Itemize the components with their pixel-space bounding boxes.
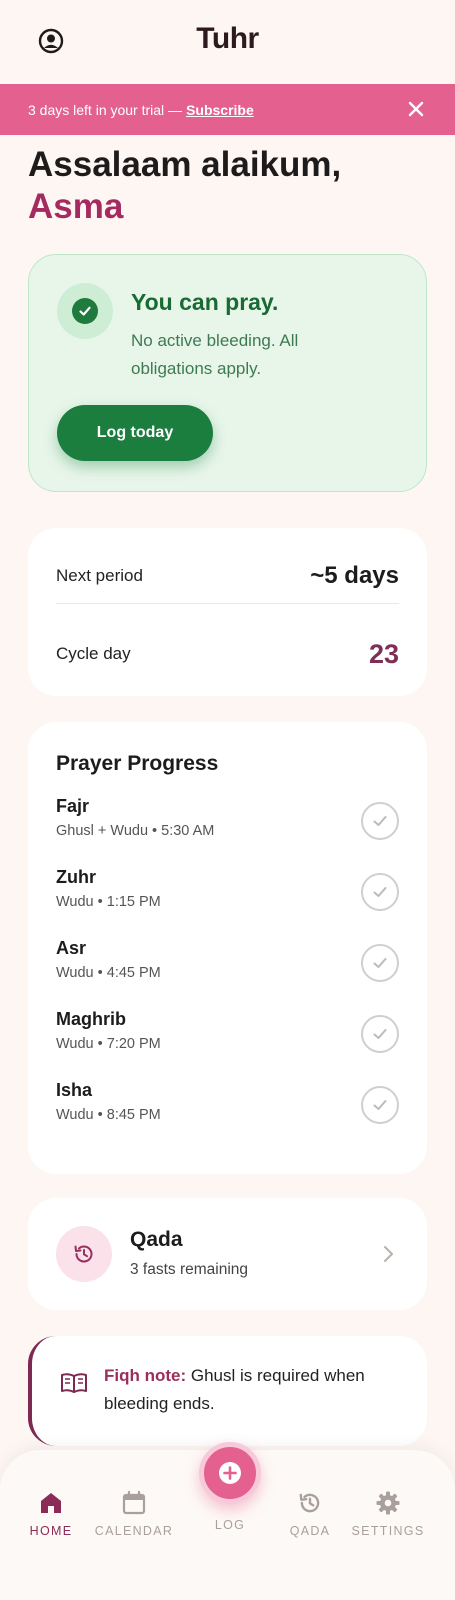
gear-icon [376,1491,400,1515]
plus-icon [219,1462,241,1484]
subscribe-link[interactable]: Subscribe [186,102,254,118]
nav-settings-label: SETTINGS [351,1524,425,1538]
check-icon [373,958,387,968]
history-icon [56,1226,112,1282]
prayer-check-button[interactable] [361,1086,399,1124]
nav-calendar[interactable]: CALENDAR [94,1490,174,1538]
top-bar: Tuhr [0,0,455,84]
chevron-right-icon [384,1246,393,1262]
next-period-value: ~5 days [310,561,399,589]
app-root: Tuhr 3 days left in your trial — Subscri… [0,0,455,1600]
nav-log-label: LOG [214,1518,246,1532]
app-title: Tuhr [196,22,259,55]
book-icon [61,1373,87,1393]
qada-title: Qada [130,1228,183,1251]
prayer-name: Maghrib [56,1009,126,1029]
prayer-progress-card: Prayer Progress Fajr Ghusl + Wudu • 5:30… [28,722,427,1174]
prayer-detail: Wudu • 7:20 PM [56,1036,161,1052]
trial-text: 3 days left in your trial — [28,101,183,118]
prayer-name: Isha [56,1080,93,1100]
prayer-name: Zuhr [56,867,96,887]
prayer-detail: Wudu • 4:45 PM [56,965,161,981]
check-icon [373,1029,387,1039]
cycle-day-row: Cycle day 23 [56,628,399,680]
prayer-detail: Wudu • 8:45 PM [56,1107,161,1123]
log-today-button[interactable]: Log today [57,405,213,461]
check-icon [373,816,387,826]
next-period-label: Next period [56,565,143,585]
greeting-text: Assalaam alaikum, [28,145,342,184]
nav-home-label: HOME [29,1524,73,1538]
calendar-icon [122,1490,146,1515]
prayer-item-fajr: Fajr Ghusl + Wudu • 5:30 AM [56,796,399,852]
fiqh-note-card: Fiqh note: Ghusl is required when bleedi… [28,1336,427,1446]
prayer-item-maghrib: Maghrib Wudu • 7:20 PM [56,1009,399,1065]
prayer-check-button[interactable] [361,802,399,840]
status-description: No active bleeding. All obligations appl… [131,331,299,378]
user-name: Asma [28,187,124,226]
cycle-day-label: Cycle day [56,644,131,663]
check-icon [373,887,387,897]
nav-settings[interactable]: SETTINGS [348,1490,428,1538]
status-icon-wrap [57,283,113,339]
prayer-progress-title: Prayer Progress [56,752,219,775]
greeting: Assalaam alaikum, Asma [28,144,341,228]
next-period-row: Next period ~5 days [56,552,399,604]
prayer-status-card: You can pray. No active bleeding. All ob… [28,254,427,492]
qada-subtitle: 3 fasts remaining [130,1261,249,1278]
prayer-name: Fajr [56,796,90,816]
qada-card[interactable]: Qada 3 fasts remaining [28,1198,427,1310]
trial-banner: 3 days left in your trial — Subscribe [0,84,455,135]
prayer-check-button[interactable] [361,944,399,982]
prayer-check-button[interactable] [361,873,399,911]
check-icon [373,1100,387,1110]
prayer-item-isha: Isha Wudu • 8:45 PM [56,1080,399,1136]
fiqh-note-label: Fiqh note: [104,1366,187,1385]
log-fab-button[interactable] [199,1442,261,1504]
prayer-check-button[interactable] [361,1015,399,1053]
prayer-name: Asr [56,938,87,958]
prayer-detail: Ghusl + Wudu • 5:30 AM [56,823,215,839]
status-title: You can pray. [131,289,279,315]
check-circle-icon [72,298,98,324]
cycle-summary-card: Next period ~5 days Cycle day 23 [28,528,427,696]
prayer-item-zuhr: Zuhr Wudu • 1:15 PM [56,867,399,923]
nav-qada[interactable]: QADA [270,1490,350,1538]
cycle-day-value: 23 [368,638,399,669]
nav-home[interactable]: HOME [11,1490,91,1538]
home-icon [41,1493,61,1513]
nav-qada-label: QADA [289,1524,331,1538]
fiqh-note-text: Fiqh note: Ghusl is required when bleedi… [104,1362,404,1418]
history-icon [299,1493,320,1513]
prayer-item-asr: Asr Wudu • 4:45 PM [56,938,399,994]
nav-calendar-label: CALENDAR [94,1524,174,1538]
close-icon[interactable] [407,100,425,118]
prayer-detail: Wudu • 1:15 PM [56,894,161,910]
